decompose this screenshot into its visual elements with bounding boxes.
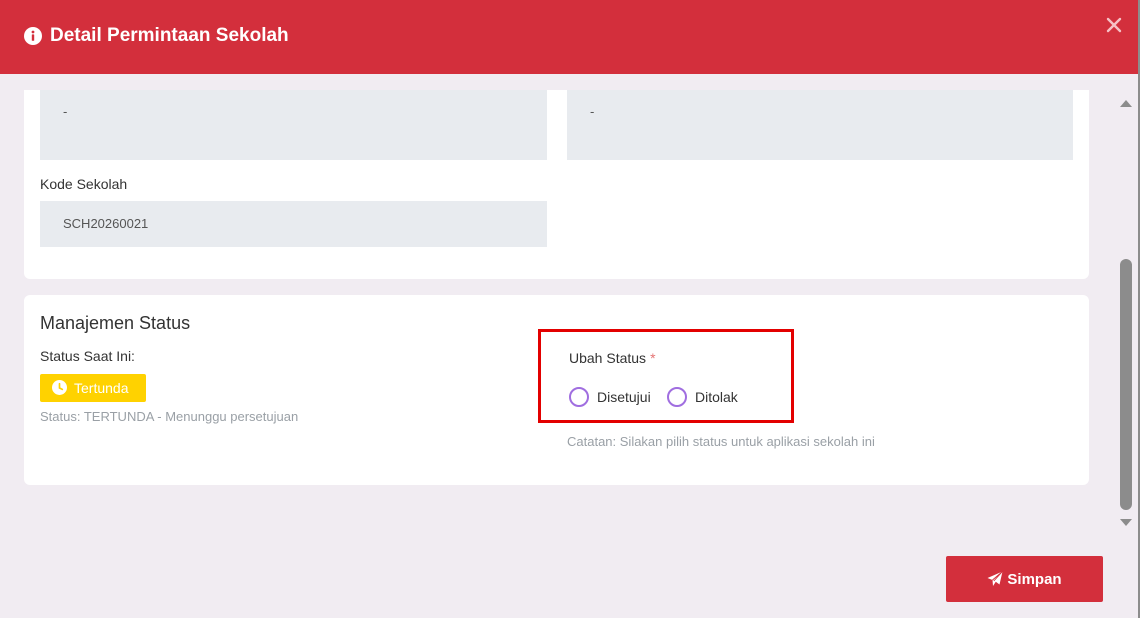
status-badge: Tertunda	[40, 374, 146, 402]
close-icon[interactable]	[1105, 16, 1123, 34]
kode-sekolah-field: SCH20260021	[40, 201, 547, 247]
info-circle-icon	[24, 27, 42, 45]
radio-label: Disetujui	[597, 389, 651, 405]
readonly-field-right: -	[567, 90, 1073, 160]
radio-disetujui[interactable]: Disetujui	[569, 387, 651, 407]
radio-label: Ditolak	[695, 389, 738, 405]
radio-ditolak[interactable]: Ditolak	[667, 387, 738, 407]
detail-card: - - Kode Sekolah SCH20260021	[24, 90, 1089, 279]
save-button[interactable]: Simpan	[946, 556, 1103, 602]
catatan-note: Catatan: Silakan pilih status untuk apli…	[567, 434, 875, 449]
modal-header: Detail Permintaan Sekolah	[0, 0, 1138, 74]
change-status-label: Ubah Status *	[569, 350, 656, 366]
radio-circle[interactable]	[569, 387, 589, 407]
kode-sekolah-label: Kode Sekolah	[40, 176, 128, 192]
clock-icon	[52, 380, 67, 395]
current-status-label: Status Saat Ini:	[40, 348, 135, 364]
change-status-label-text: Ubah Status	[569, 350, 647, 366]
change-status-highlight: Ubah Status * Disetujui Ditolak	[538, 329, 794, 423]
status-management-card: Manajemen Status Status Saat Ini: Tertun…	[24, 295, 1089, 485]
scroll-up-icon[interactable]	[1119, 98, 1133, 108]
save-button-label: Simpan	[1007, 570, 1062, 588]
modal-title: Detail Permintaan Sekolah	[50, 25, 289, 46]
scrollbar[interactable]	[1115, 90, 1137, 536]
radio-circle[interactable]	[667, 387, 687, 407]
required-mark: *	[650, 350, 656, 366]
scrollbar-thumb[interactable]	[1120, 259, 1132, 510]
status-badge-text: Tertunda	[74, 380, 129, 396]
section-title: Manajemen Status	[40, 313, 191, 333]
scroll-down-icon[interactable]	[1119, 518, 1133, 528]
status-note: Status: TERTUNDA - Menunggu persetujuan	[40, 409, 299, 424]
paper-plane-icon	[987, 571, 1004, 586]
readonly-field-left: -	[40, 90, 547, 160]
